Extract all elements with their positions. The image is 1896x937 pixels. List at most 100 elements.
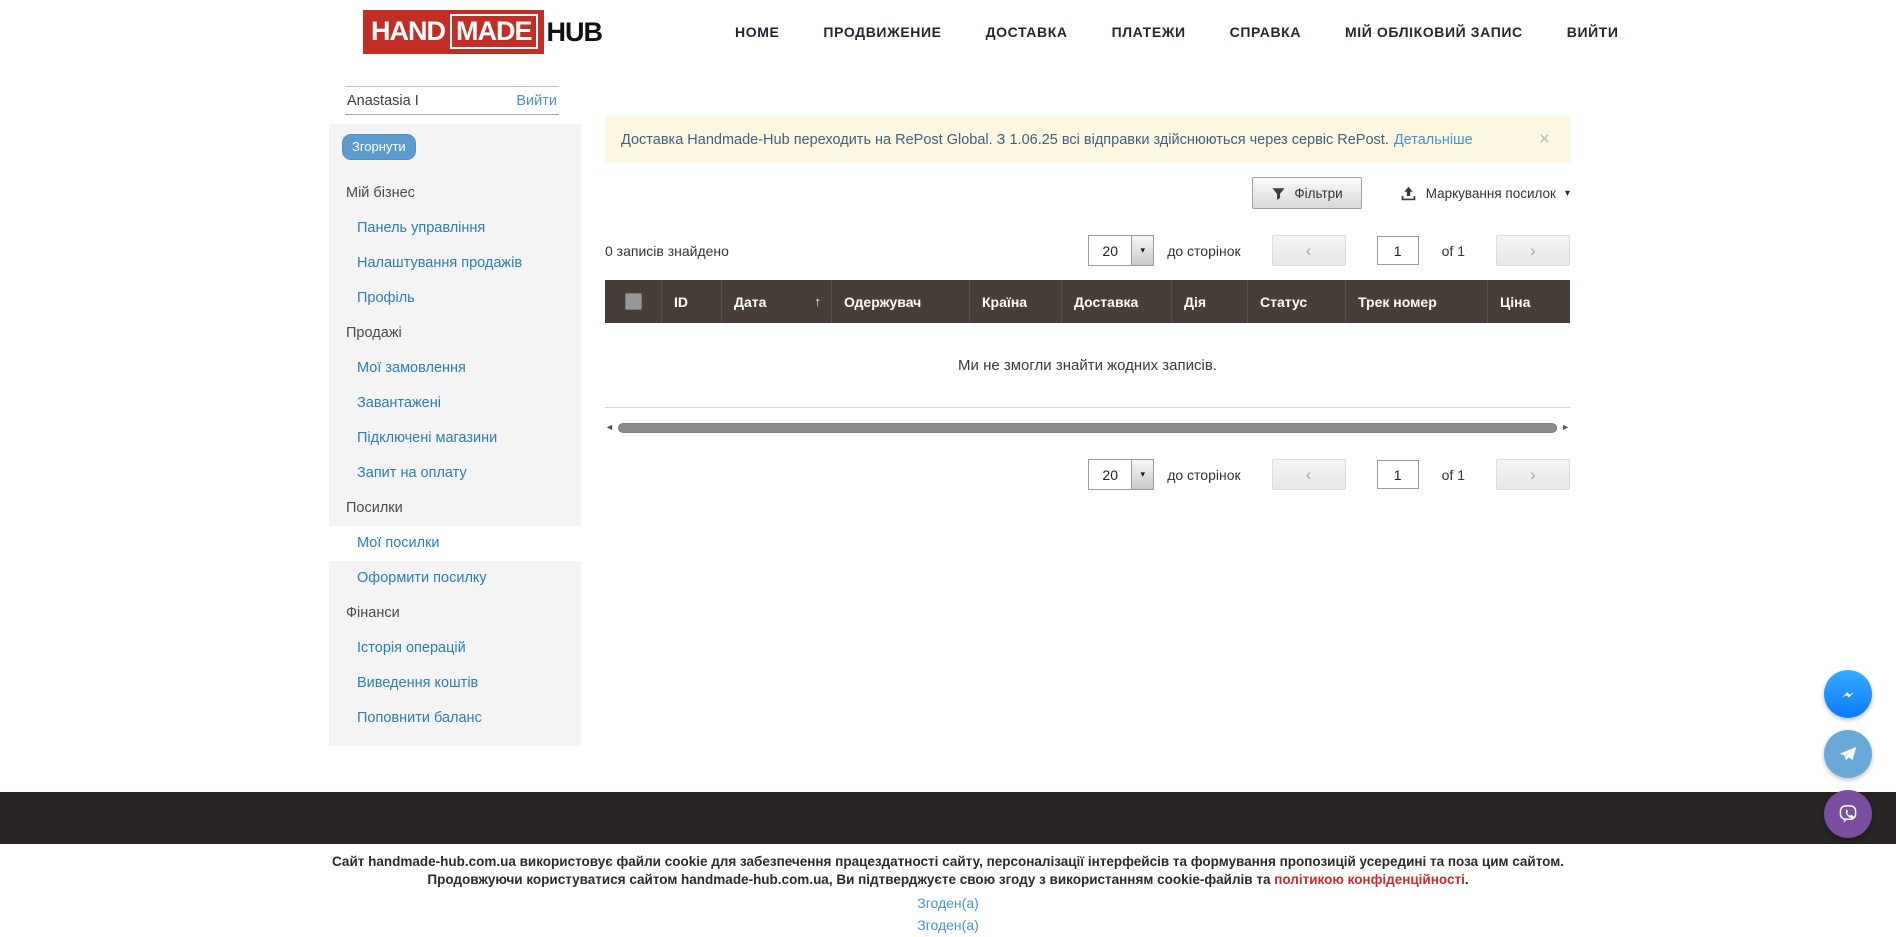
sidebar-item-dashboard[interactable]: Панель управління (329, 211, 581, 246)
sidebar-logout-link[interactable]: Вийти (516, 93, 557, 109)
sidebar-section-finances: Фінанси (329, 596, 581, 631)
header-cell-price[interactable]: Ціна (1487, 280, 1570, 323)
sidebar-section-sales: Продажі (329, 316, 581, 351)
prev-page-button[interactable]: ‹ (1272, 235, 1346, 266)
user-box: Anastasia I Вийти (345, 86, 559, 115)
site-logo[interactable]: HAND MADE HUB (363, 11, 602, 53)
sidebar-item-operations-history[interactable]: Історія операцій (329, 631, 581, 666)
next-page-button[interactable]: › (1496, 235, 1570, 266)
logo-hub: HUB (544, 17, 603, 48)
logo-made: MADE (450, 14, 538, 49)
sidebar-item-connected-shops[interactable]: Підключені магазини (329, 421, 581, 456)
parcels-table: ID Дата ↑ Одержувач Країна Доставка Дія … (605, 280, 1570, 408)
nav-logout[interactable]: ВИЙТИ (1567, 24, 1619, 40)
nav-payments[interactable]: ПЛАТЕЖИ (1112, 24, 1186, 40)
banner-close-icon[interactable]: × (1535, 128, 1554, 151)
sidebar-item-my-parcels[interactable]: Мої посилки (329, 526, 581, 561)
main-nav: HOME ПРОДВИЖЕНИЕ ДОСТАВКА ПЛАТЕЖИ СПРАВК… (735, 0, 1619, 64)
cookie-notice-line2-period: . (1465, 872, 1469, 887)
per-page-label: до сторінок (1167, 243, 1240, 259)
header-cell-date[interactable]: Дата ↑ (721, 280, 831, 323)
sort-asc-icon: ↑ (815, 294, 822, 309)
header-cell-recipient[interactable]: Одержувач (831, 280, 969, 323)
messenger-button[interactable] (1824, 670, 1872, 718)
banner-details-link[interactable]: Детальніше (1394, 132, 1473, 148)
footer-band (0, 792, 1896, 844)
main-content: Доставка Handmade-Hub переходить на RePo… (605, 116, 1570, 490)
top-header: HAND MADE HUB HOME ПРОДВИЖЕНИЕ ДОСТАВКА … (0, 0, 1896, 64)
select-caret-icon: ▾ (1131, 236, 1153, 265)
sidebar-item-profile[interactable]: Профіль (329, 281, 581, 316)
sidebar-item-uploaded[interactable]: Завантажені (329, 386, 581, 421)
per-page-select-bottom[interactable]: 20 ▾ (1088, 459, 1154, 490)
sidebar-item-my-orders[interactable]: Мої замовлення (329, 351, 581, 386)
agree-link-2[interactable]: Згоден(а) (0, 917, 1896, 933)
date-label: Дата (734, 294, 766, 310)
logo-red-box: HAND MADE (363, 10, 544, 54)
parcel-marking-label: Маркування посилок (1426, 186, 1556, 201)
caret-down-icon: ▾ (1565, 188, 1570, 199)
empty-message: Ми не змогли знайти жодних записів. (958, 357, 1217, 374)
notification-banner: Доставка Handmade-Hub переходить на RePo… (605, 116, 1570, 163)
telegram-icon (1834, 740, 1862, 768)
page-number-input[interactable] (1377, 236, 1419, 265)
records-row: 0 записів знайдено 20 ▾ до сторінок ‹ of… (605, 235, 1570, 266)
select-all-checkbox[interactable] (625, 293, 642, 310)
cookie-notice-line1: Сайт handmade-hub.com.ua використовує фа… (0, 853, 1896, 871)
viber-icon (1834, 800, 1862, 828)
pagination-bottom-row: 20 ▾ до сторінок ‹ of 1 › (605, 459, 1570, 490)
page: HAND MADE HUB HOME ПРОДВИЖЕНИЕ ДОСТАВКА … (0, 0, 1896, 937)
header-cell-country[interactable]: Країна (969, 280, 1061, 323)
pagination-bottom: 20 ▾ до сторінок ‹ of 1 › (1088, 459, 1570, 490)
messenger-icon (1834, 680, 1862, 708)
per-page-value: 20 (1089, 460, 1131, 489)
header-cell-status[interactable]: Статус (1247, 280, 1345, 323)
sidebar-item-create-parcel[interactable]: Оформити посилку (329, 561, 581, 596)
header-cell-checkbox (605, 280, 661, 323)
viber-button[interactable] (1824, 790, 1872, 838)
page-number-input-bottom[interactable] (1377, 460, 1419, 489)
header-cell-action[interactable]: Дія (1171, 280, 1247, 323)
filters-button[interactable]: Фільтри (1252, 177, 1361, 209)
scrollbar-thumb[interactable] (618, 423, 1557, 433)
header-cell-delivery[interactable]: Доставка (1061, 280, 1171, 323)
sidebar-section-my-business: Мій бізнес (329, 176, 581, 211)
sidebar-item-payment-request[interactable]: Запит на оплату (329, 456, 581, 491)
scroll-left-icon[interactable]: ◄ (605, 423, 614, 432)
next-page-button-bottom[interactable]: › (1496, 459, 1570, 490)
telegram-button[interactable] (1824, 730, 1872, 778)
nav-my-account[interactable]: МІЙ ОБЛІКОВИЙ ЗАПИС (1345, 24, 1523, 40)
header-cell-track-number[interactable]: Трек номер (1345, 280, 1487, 323)
banner-text: Доставка Handmade-Hub переходить на RePo… (621, 132, 1389, 148)
upload-icon (1400, 185, 1417, 202)
privacy-policy-link[interactable]: політикою конфіденційності (1274, 872, 1465, 887)
sidebar-item-withdraw-funds[interactable]: Виведення коштів (329, 666, 581, 701)
sidebar-menu: Мій бізнес Панель управління Налаштуванн… (329, 176, 581, 736)
footer: Сайт handmade-hub.com.ua використовує фа… (0, 853, 1896, 933)
nav-promotion[interactable]: ПРОДВИЖЕНИЕ (823, 24, 941, 40)
per-page-label: до сторінок (1167, 467, 1240, 483)
nav-help[interactable]: СПРАВКА (1230, 24, 1301, 40)
funnel-icon (1271, 186, 1286, 201)
sidebar-item-sales-settings[interactable]: Налаштування продажів (329, 246, 581, 281)
user-name: Anastasia I (347, 93, 419, 109)
horizontal-scrollbar: ◄ ► (605, 421, 1570, 434)
collapse-button[interactable]: Згорнути (342, 134, 416, 160)
cookie-notice-line2-text: Продовжуючи користуватися сайтом handmad… (427, 872, 1274, 887)
parcel-marking-dropdown[interactable]: Маркування посилок ▾ (1400, 185, 1570, 202)
page-of-label: of 1 (1442, 243, 1465, 259)
filters-label: Фільтри (1294, 186, 1342, 201)
records-count: 0 записів знайдено (605, 243, 729, 259)
select-caret-icon: ▾ (1131, 460, 1153, 489)
pagination-top: 20 ▾ до сторінок ‹ of 1 › (1088, 235, 1570, 266)
header-cell-id[interactable]: ID (661, 280, 721, 323)
agree-link-1[interactable]: Згоден(а) (0, 895, 1896, 911)
toolbar: Фільтри Маркування посилок ▾ (605, 177, 1570, 209)
table-empty-state: Ми не змогли знайти жодних записів. (605, 323, 1570, 408)
prev-page-button-bottom[interactable]: ‹ (1272, 459, 1346, 490)
sidebar-item-top-up-balance[interactable]: Поповнити баланс (329, 701, 581, 736)
per-page-select[interactable]: 20 ▾ (1088, 235, 1154, 266)
nav-delivery[interactable]: ДОСТАВКА (986, 24, 1068, 40)
scroll-right-icon[interactable]: ► (1561, 423, 1570, 432)
nav-home[interactable]: HOME (735, 24, 779, 40)
